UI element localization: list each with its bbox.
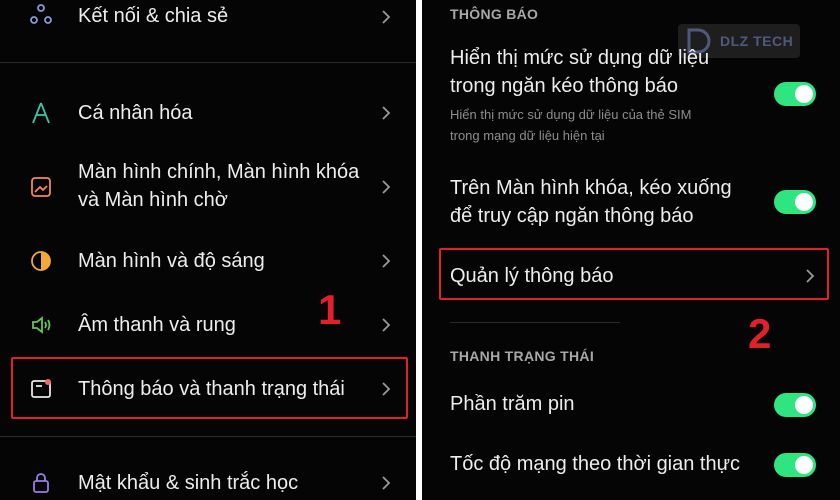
highlight-box-step-2 xyxy=(439,248,829,300)
chevron-right-icon xyxy=(380,180,392,194)
menu-item-label: Kết nối & chia sẻ xyxy=(78,5,229,27)
step-number-2: 2 xyxy=(748,310,772,357)
menu-item-password-biometrics[interactable]: Mật khẩu & sinh trắc học xyxy=(0,466,416,500)
section-divider xyxy=(450,322,620,323)
toggle-knob xyxy=(795,456,813,474)
menu-item-label: Âm thanh và rung xyxy=(78,314,236,336)
setting-title: Trên Màn hình khóa, kéo xuống để truy cậ… xyxy=(450,177,732,227)
menu-item-personalization[interactable]: Cá nhân hóa xyxy=(0,96,416,130)
menu-item-display-brightness[interactable]: Màn hình và độ sáng xyxy=(0,244,416,278)
chevron-right-icon xyxy=(380,10,392,24)
menu-item-label: Cá nhân hóa xyxy=(78,102,193,124)
chevron-right-icon xyxy=(380,476,392,490)
setting-title: Tốc độ mạng theo thời gian thực xyxy=(450,453,740,475)
settings-menu-panel: Kết nối & chia sẻ Cá nhân hóa Màn hình c… xyxy=(0,0,416,500)
connection-share-icon xyxy=(28,2,54,28)
menu-item-label: Mật khẩu & sinh trắc học xyxy=(78,472,299,494)
chevron-right-icon xyxy=(380,254,392,268)
setting-data-usage[interactable]: Hiển thị mức sử dụng dữ liệu trong ngăn … xyxy=(422,44,840,148)
display-brightness-icon xyxy=(28,248,54,274)
toggle-knob xyxy=(795,85,813,103)
network-speed-toggle[interactable] xyxy=(774,453,816,477)
step-number-1: 1 xyxy=(318,286,342,333)
battery-percentage-toggle[interactable] xyxy=(774,393,816,417)
menu-item-connection-share[interactable]: Kết nối & chia sẻ xyxy=(0,0,416,34)
sound-vibration-icon xyxy=(28,312,54,338)
notification-settings-panel: THÔNG BÁO DLZ TECH Hiển thị mức sử dụng … xyxy=(422,0,840,500)
setting-description: Hiển thị mức sử dụng dữ liệu của thẻ SIM… xyxy=(450,107,692,143)
personalization-icon xyxy=(28,100,54,126)
section-header-status-bar: THANH TRẠNG THÁI xyxy=(450,348,595,364)
chevron-right-icon xyxy=(380,318,392,332)
setting-battery-percentage[interactable]: Phần trăm pin xyxy=(422,388,840,422)
menu-item-label: Màn hình và độ sáng xyxy=(78,250,265,272)
toggle-knob xyxy=(795,193,813,211)
section-header-notifications: THÔNG BÁO xyxy=(450,6,539,22)
setting-lockscreen-pull-down[interactable]: Trên Màn hình khóa, kéo xuống để truy cậ… xyxy=(422,174,840,232)
data-usage-toggle[interactable] xyxy=(774,82,816,106)
setting-title: Phần trăm pin xyxy=(450,393,575,415)
chevron-right-icon xyxy=(380,106,392,120)
section-divider xyxy=(0,436,416,437)
setting-realtime-network-speed[interactable]: Tốc độ mạng theo thời gian thực xyxy=(422,448,840,482)
section-divider xyxy=(0,62,416,63)
home-lock-screen-icon xyxy=(28,174,54,200)
menu-item-home-lock-screen[interactable]: Màn hình chính, Màn hình khóa và Màn hìn… xyxy=(0,158,416,218)
setting-title: Hiển thị mức sử dụng dữ liệu trong ngăn … xyxy=(450,47,710,97)
password-biometrics-icon xyxy=(28,470,54,496)
menu-item-sound-vibration[interactable]: Âm thanh và rung xyxy=(0,308,416,342)
lockscreen-pull-down-toggle[interactable] xyxy=(774,190,816,214)
highlight-box-step-1 xyxy=(11,357,408,419)
toggle-knob xyxy=(795,396,813,414)
menu-item-label: Màn hình chính, Màn hình khóa và Màn hìn… xyxy=(78,161,360,211)
